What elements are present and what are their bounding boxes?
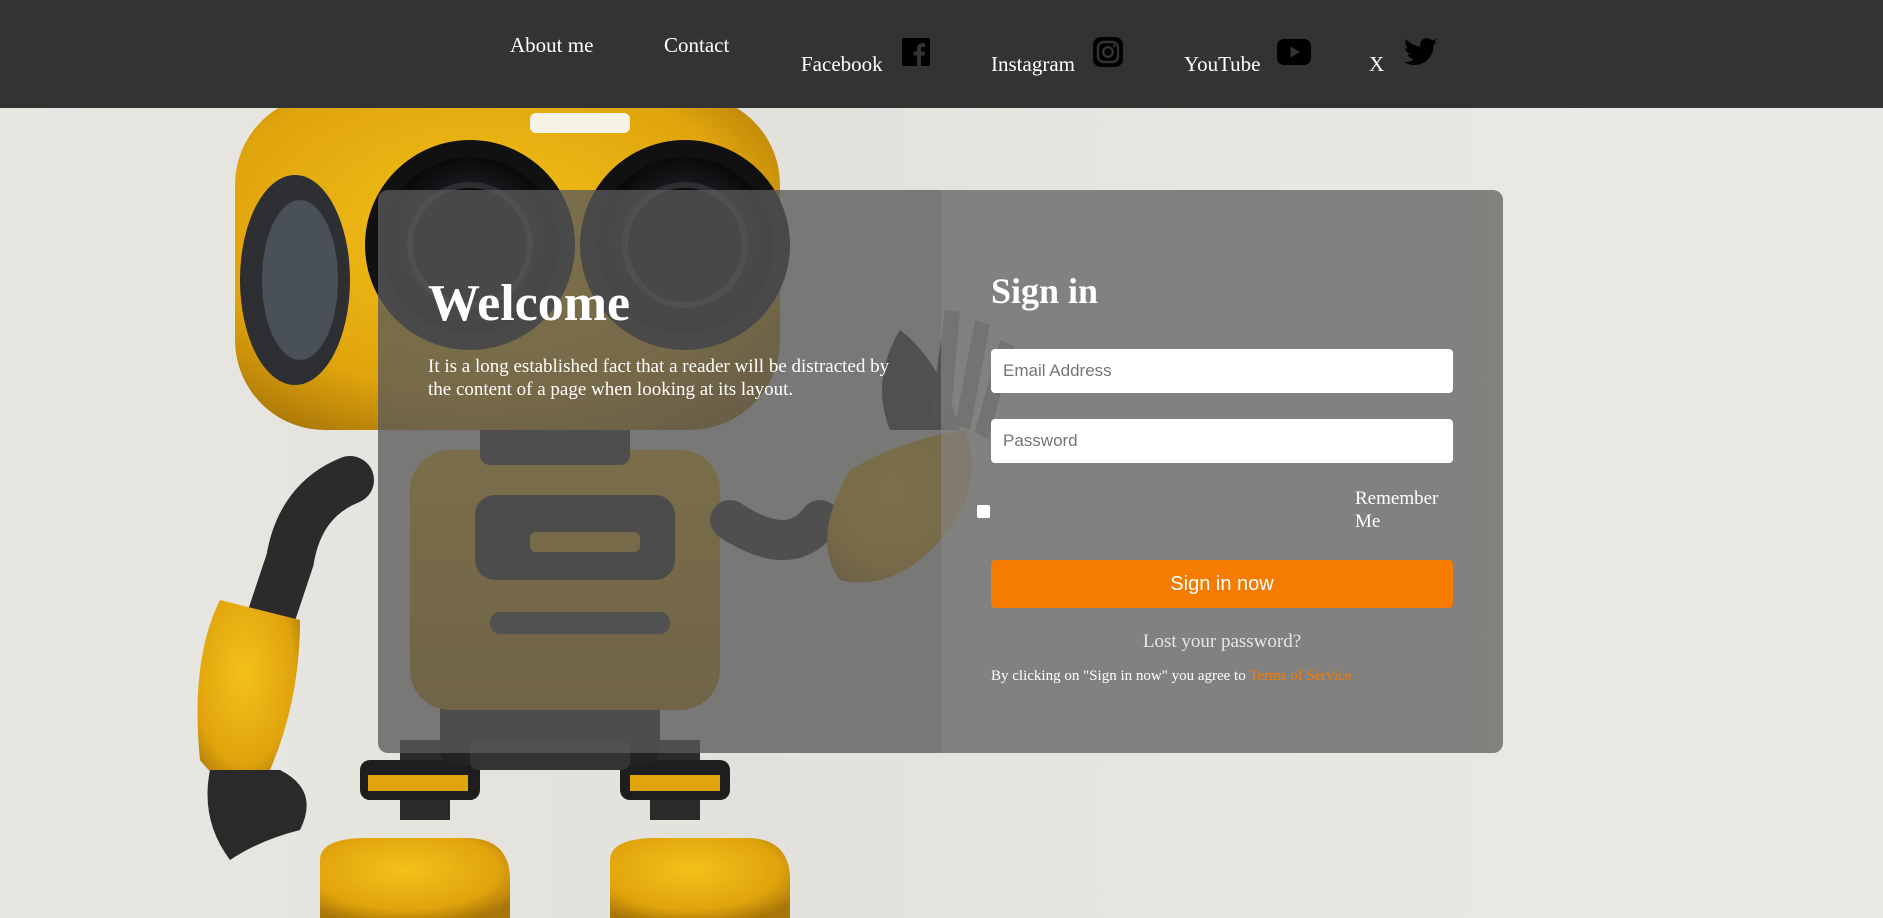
nav-link-x[interactable]: X [1369, 52, 1384, 77]
signin-title: Sign in [991, 271, 1099, 311]
terms-notice: By clicking on "Sign in now" you agree t… [991, 668, 1351, 685]
remember-me-checkbox[interactable] [977, 505, 990, 518]
youtube-icon[interactable] [1277, 39, 1311, 65]
remember-me-label: Remember Me [1355, 488, 1439, 532]
top-navbar: About me Contact Facebook Instagram YouT… [0, 0, 1883, 108]
sign-in-button[interactable]: Sign in now [991, 560, 1453, 608]
welcome-text: It is a long established fact that a rea… [428, 356, 890, 400]
welcome-panel: Welcome It is a long established fact th… [378, 190, 941, 753]
lost-password-link[interactable]: Lost your password? [991, 631, 1453, 653]
facebook-icon[interactable] [902, 38, 930, 66]
terms-of-service-link[interactable]: Terms of Service [1249, 668, 1351, 684]
terms-prefix: By clicking on "Sign in now" you agree t… [991, 668, 1250, 684]
instagram-icon[interactable] [1093, 37, 1123, 67]
password-field[interactable] [991, 419, 1453, 463]
email-field[interactable] [991, 349, 1453, 393]
twitter-icon[interactable] [1404, 38, 1438, 66]
signin-panel: Sign in Remember Me Sign in now Lost you… [941, 190, 1503, 753]
nav-link-about[interactable]: About me [510, 33, 593, 58]
nav-link-instagram[interactable]: Instagram [991, 52, 1075, 77]
nav-link-facebook[interactable]: Facebook [801, 52, 883, 77]
login-card: Welcome It is a long established fact th… [378, 190, 1503, 753]
nav-link-contact[interactable]: Contact [664, 33, 729, 58]
welcome-title: Welcome [428, 275, 631, 332]
nav-link-youtube[interactable]: YouTube [1184, 52, 1260, 77]
